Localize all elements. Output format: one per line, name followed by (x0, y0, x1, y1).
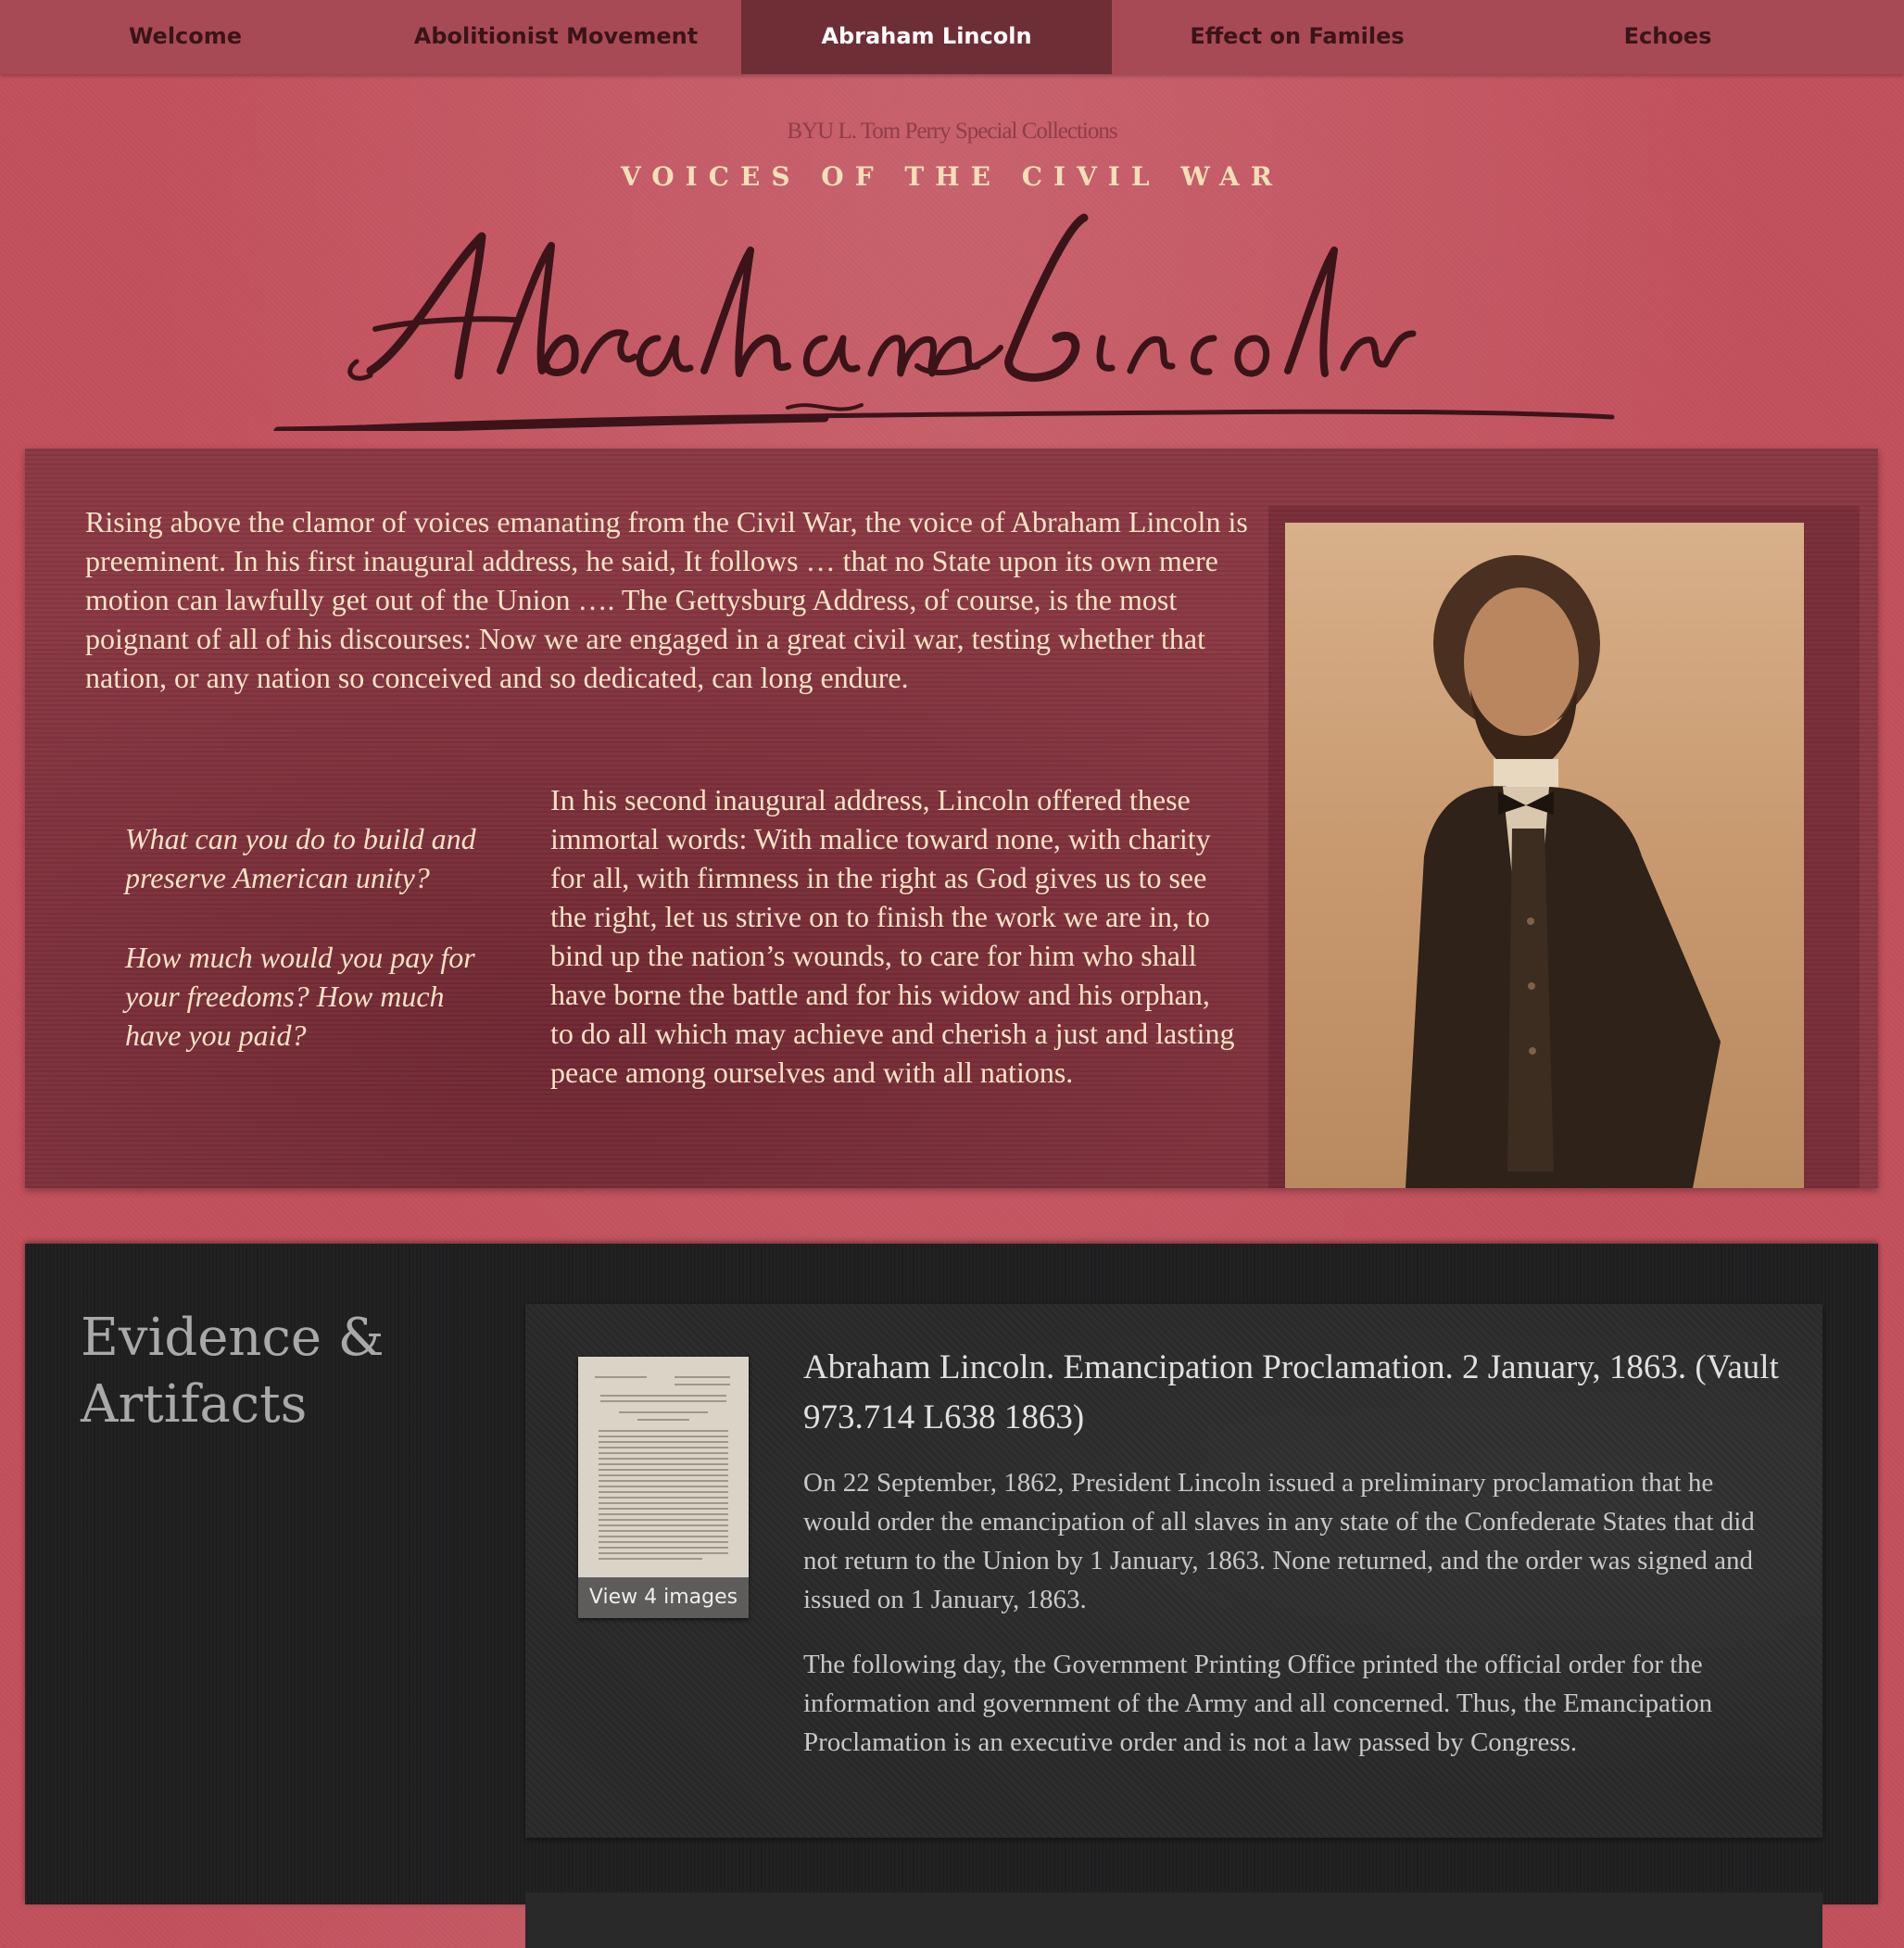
nav-item-echoes[interactable]: Echoes (1482, 0, 1853, 74)
intro-panel: Rising above the clamor of voices emanat… (25, 449, 1878, 1188)
artifact-paragraph: The following day, the Government Printi… (803, 1650, 1713, 1757)
evidence-heading: Evidence & Artifacts (81, 1308, 385, 1435)
series-title: VOICES OF THE CIVIL WAR (620, 161, 1283, 192)
nav-item-effect-on-families[interactable]: Effect on Familes (1112, 0, 1482, 74)
top-navigation: Welcome Abolitionist Movement Abraham Li… (0, 0, 1904, 74)
document-page-icon (595, 1376, 730, 1560)
reflection-question: How much would you pay for your freedoms… (125, 941, 475, 1052)
intro-paragraph: Rising above the clamor of voices emanat… (85, 505, 1248, 694)
nav-item-abolitionist-movement[interactable]: Abolitionist Movement (371, 0, 741, 74)
artifact-title: Abraham Lincoln. Emancipation Proclamati… (803, 1348, 1779, 1436)
view-images-button[interactable]: View 4 images (578, 1577, 749, 1618)
lincoln-portrait-figure (1406, 555, 1721, 1188)
lincoln-portrait-photo (1285, 523, 1804, 1188)
nav-item-abraham-lincoln[interactable]: Abraham Lincoln (741, 0, 1112, 74)
reflection-question: What can you do to build and preserve Am… (125, 822, 476, 894)
second-inaugural-paragraph: In his second inaugural address, Lincoln… (550, 783, 1235, 1089)
nav-item-welcome[interactable]: Welcome (0, 0, 371, 74)
evidence-panel: Evidence & Artifacts View 4 images Abrah… (25, 1244, 1878, 1948)
artifact-card: View 4 images Abraham Lincoln. Emancipat… (525, 1304, 1822, 1838)
artifact-thumbnail[interactable]: View 4 images (578, 1357, 749, 1618)
abraham-lincoln-signature (273, 213, 1615, 431)
artifact-paragraph: On 22 September, 1862, President Lincoln… (803, 1468, 1755, 1614)
reflection-questions: What can you do to build and preserve Am… (125, 819, 486, 1095)
artifact-description: On 22 September, 1862, President Lincoln… (803, 1463, 1785, 1788)
next-artifact-card (525, 1892, 1822, 1948)
library-byline: BYU L. Tom Perry Special Collections (787, 119, 1117, 144)
